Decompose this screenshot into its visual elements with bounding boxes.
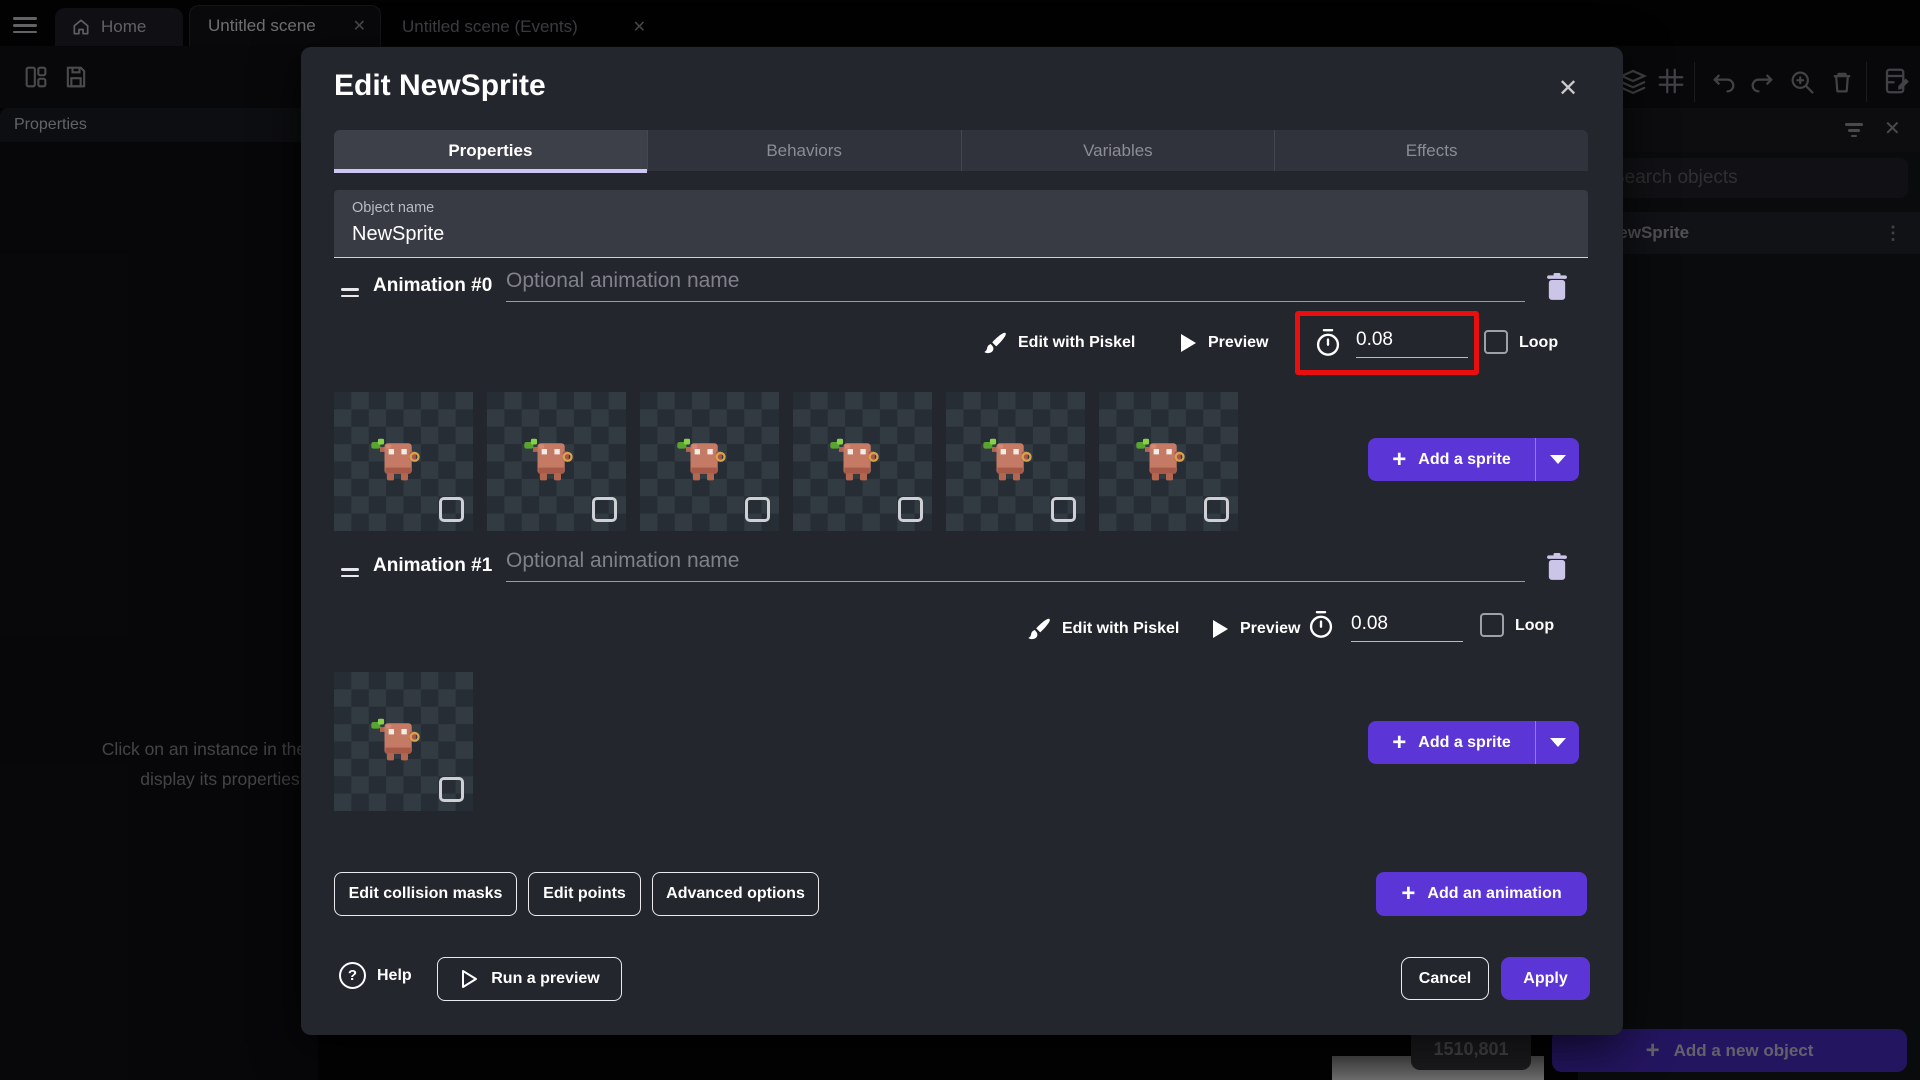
sprite-frame-thumbnail[interactable] xyxy=(334,672,473,811)
frame-select-checkbox[interactable] xyxy=(439,777,464,802)
edit-with-piskel-button[interactable]: Edit with Piskel xyxy=(981,327,1135,359)
brush-icon xyxy=(984,332,1006,353)
edit-sprite-dialog: Edit NewSprite ✕ Properties Behaviors Va… xyxy=(301,47,1623,1035)
help-button[interactable]: ? Help xyxy=(339,962,412,989)
edit-collision-masks-button[interactable]: Edit collision masks xyxy=(334,872,517,916)
frame-select-checkbox[interactable] xyxy=(745,497,770,522)
add-sprite-dropdown[interactable] xyxy=(1535,438,1579,481)
preview-label: Preview xyxy=(1208,334,1269,351)
edit-with-piskel-button[interactable]: Edit with Piskel xyxy=(1025,613,1179,645)
add-sprite-label: Add a sprite xyxy=(1418,733,1511,751)
speed-field-highlight: 0.08 xyxy=(1295,311,1479,375)
loop-label: Loop xyxy=(1515,617,1555,634)
frame-select-checkbox[interactable] xyxy=(898,497,923,522)
plus-icon: + xyxy=(1392,445,1407,473)
pig-sprite-image xyxy=(983,438,1032,481)
add-sprite-dropdown[interactable] xyxy=(1535,721,1579,764)
add-animation-button[interactable]: + Add an animation xyxy=(1376,872,1587,916)
loop-checkbox[interactable] xyxy=(1480,613,1504,637)
frames-strip xyxy=(334,672,473,811)
chevron-down-icon xyxy=(1549,738,1566,747)
sprite-frame-thumbnail[interactable] xyxy=(793,392,932,531)
pig-sprite-image xyxy=(524,438,573,481)
sprite-frame-thumbnail[interactable] xyxy=(334,392,473,531)
frame-select-checkbox[interactable] xyxy=(1051,497,1076,522)
tab-effects[interactable]: Effects xyxy=(1275,130,1588,171)
gdevelop-app: Home Untitled scene ✕ Untitled scene (Ev… xyxy=(0,0,1920,1080)
run-preview-button[interactable]: Run a preview xyxy=(437,957,622,1001)
loop-label: Loop xyxy=(1519,334,1559,351)
chevron-down-icon xyxy=(1549,455,1566,464)
sprite-frame-thumbnail[interactable] xyxy=(487,392,626,531)
frames-strip xyxy=(334,392,1238,531)
edit-piskel-label: Edit with Piskel xyxy=(1018,334,1136,351)
dialog-close-icon[interactable]: ✕ xyxy=(1551,71,1585,105)
preview-label: Preview xyxy=(1240,620,1301,637)
pig-sprite-image xyxy=(830,438,879,481)
apply-button[interactable]: Apply xyxy=(1501,957,1590,1000)
drag-handle-icon[interactable] xyxy=(341,564,359,581)
dialog-tab-bar: Properties Behaviors Variables Effects xyxy=(334,130,1588,173)
object-name-field[interactable]: Object name NewSprite xyxy=(334,190,1588,258)
play-icon xyxy=(1213,620,1228,638)
run-preview-label: Run a preview xyxy=(491,970,600,987)
edit-piskel-label: Edit with Piskel xyxy=(1062,620,1180,637)
add-sprite-label: Add a sprite xyxy=(1418,450,1511,468)
edit-points-button[interactable]: Edit points xyxy=(528,872,641,916)
tab-variables[interactable]: Variables xyxy=(961,130,1276,171)
object-name-value: NewSprite xyxy=(352,223,445,245)
add-animation-label: Add an animation xyxy=(1427,885,1562,902)
pig-sprite-image xyxy=(371,718,420,761)
play-icon xyxy=(1181,334,1196,352)
sprite-frame-thumbnail[interactable] xyxy=(1099,392,1238,531)
speed-input[interactable]: 0.08 xyxy=(1356,329,1468,358)
animation-label: Animation #1 xyxy=(373,555,493,576)
object-name-label: Object name xyxy=(352,200,435,216)
preview-button[interactable]: Preview xyxy=(1213,613,1300,645)
animation-name-input[interactable]: Optional animation name xyxy=(506,269,1525,302)
pig-sprite-image xyxy=(677,438,726,481)
help-icon: ? xyxy=(339,962,366,989)
cancel-button[interactable]: Cancel xyxy=(1401,957,1489,1000)
speed-input[interactable]: 0.08 xyxy=(1351,613,1463,642)
dialog-title: Edit NewSprite xyxy=(334,69,546,102)
delete-animation-icon[interactable] xyxy=(1543,551,1571,583)
delete-animation-icon[interactable] xyxy=(1543,271,1571,303)
frame-select-checkbox[interactable] xyxy=(439,497,464,522)
preview-button[interactable]: Preview xyxy=(1181,327,1268,359)
add-sprite-button[interactable]: + Add a sprite xyxy=(1368,438,1579,481)
loop-checkbox[interactable] xyxy=(1484,330,1508,354)
animation-label: Animation #0 xyxy=(373,275,493,296)
animation-name-input[interactable]: Optional animation name xyxy=(506,549,1525,582)
pig-sprite-image xyxy=(1136,438,1185,481)
frame-select-checkbox[interactable] xyxy=(1204,497,1229,522)
drag-handle-icon[interactable] xyxy=(341,284,359,301)
plus-icon: + xyxy=(1401,880,1416,907)
tab-behaviors[interactable]: Behaviors xyxy=(647,130,962,171)
help-label: Help xyxy=(377,966,412,984)
stopwatch-icon xyxy=(1316,328,1340,356)
frame-select-checkbox[interactable] xyxy=(592,497,617,522)
sprite-frame-thumbnail[interactable] xyxy=(640,392,779,531)
play-outline-icon xyxy=(462,970,478,988)
stopwatch-icon xyxy=(1309,611,1333,638)
sprite-frame-thumbnail[interactable] xyxy=(946,392,1085,531)
add-sprite-button[interactable]: + Add a sprite xyxy=(1368,721,1579,764)
plus-icon: + xyxy=(1392,728,1407,756)
brush-icon xyxy=(1028,618,1050,639)
advanced-options-button[interactable]: Advanced options xyxy=(652,872,819,916)
tab-properties[interactable]: Properties xyxy=(334,130,648,173)
pig-sprite-image xyxy=(371,438,420,481)
